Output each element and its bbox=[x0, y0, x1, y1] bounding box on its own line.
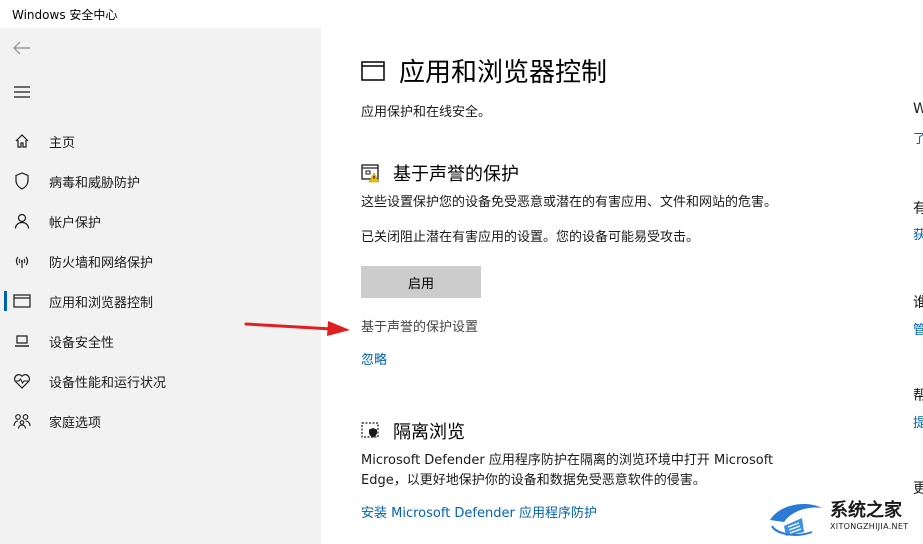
right-link[interactable]: 管 bbox=[913, 319, 923, 338]
heart-icon bbox=[12, 371, 32, 391]
app-window-icon bbox=[361, 60, 385, 81]
sidebar-item-label: 设备性能和运行状况 bbox=[49, 375, 167, 391]
right-link[interactable]: 提 bbox=[913, 412, 923, 431]
ignore-link[interactable]: 忽略 bbox=[361, 349, 387, 368]
isolated-browsing-title: 隔离浏览 bbox=[393, 422, 465, 443]
sidebar-item-family-options[interactable]: 家庭选项 bbox=[0, 401, 321, 441]
laptop-icon bbox=[12, 331, 32, 351]
watermark-subtitle: XITONGZHIJIA.NET bbox=[830, 522, 909, 531]
sidebar-item-account-protection[interactable]: 帐户保护 bbox=[0, 201, 321, 241]
right-heading: 谁 bbox=[913, 295, 923, 311]
isolated-browsing-description-line1: Microsoft Defender 应用程序防护在隔离的浏览环境中打开 Mic… bbox=[361, 453, 774, 468]
isolated-browsing-description-line2: Edge，以更好地保护你的设备和数据免受恶意软件的侵害。 bbox=[361, 473, 706, 488]
right-info-column: W 了 有 获 谁 管 帮 提 更 bbox=[891, 28, 923, 544]
main-content: 应用和浏览器控制 应用保护和在线安全。 基于声誉的保护 这些设置保护您的设备免受… bbox=[321, 28, 891, 544]
shield-icon bbox=[12, 171, 32, 191]
sidebar-item-app-browser-control[interactable]: 应用和浏览器控制 bbox=[0, 281, 321, 321]
sidebar-item-label: 帐户保护 bbox=[49, 215, 102, 231]
sidebar: 主页 病毒和威胁防护 帐户保护 防火墙和网络保护 应用和浏览器控制 设备安全性 … bbox=[0, 28, 321, 544]
person-icon bbox=[12, 211, 32, 231]
sidebar-item-label: 应用和浏览器控制 bbox=[49, 295, 154, 311]
sidebar-nav: 主页 病毒和威胁防护 帐户保护 防火墙和网络保护 应用和浏览器控制 设备安全性 … bbox=[0, 121, 321, 441]
watermark: 系统之家 XITONGZHIJIA.NET bbox=[764, 494, 923, 544]
watermark-title: 系统之家 bbox=[830, 500, 902, 521]
right-heading: 帮 bbox=[913, 388, 923, 404]
right-heading: W bbox=[913, 101, 923, 117]
reputation-warning-text: 已关闭阻止潜在有害应用的设置。您的设备可能易受攻击。 bbox=[361, 230, 700, 245]
home-icon bbox=[12, 131, 32, 151]
hamburger-menu-button[interactable] bbox=[8, 78, 36, 106]
sidebar-item-home[interactable]: 主页 bbox=[0, 121, 321, 161]
family-icon bbox=[12, 411, 32, 431]
back-button[interactable] bbox=[8, 34, 36, 62]
sidebar-item-label: 家庭选项 bbox=[49, 415, 102, 431]
sidebar-item-label: 病毒和威胁防护 bbox=[49, 175, 141, 191]
install-app-guard-link[interactable]: 安装 Microsoft Defender 应用程序防护 bbox=[361, 502, 597, 521]
annotation-arrow bbox=[244, 321, 350, 336]
hamburger-icon bbox=[14, 86, 30, 98]
sidebar-item-firewall[interactable]: 防火墙和网络保护 bbox=[0, 241, 321, 281]
page-header: 应用和浏览器控制 bbox=[361, 52, 607, 89]
title-bar: Windows 安全中心 bbox=[0, 0, 923, 28]
window-title: Windows 安全中心 bbox=[12, 8, 118, 22]
page-title: 应用和浏览器控制 bbox=[399, 58, 608, 88]
isolated-browsing-icon bbox=[361, 422, 379, 438]
sidebar-item-label: 设备安全性 bbox=[49, 335, 115, 351]
sidebar-item-label: 防火墙和网络保护 bbox=[49, 255, 154, 271]
back-arrow-icon bbox=[13, 41, 30, 55]
reputation-warning-icon bbox=[361, 164, 380, 183]
watermark-logo-icon bbox=[770, 504, 822, 536]
reputation-description: 这些设置保护您的设备免受恶意或潜在的有害应用、文件和网站的危害。 bbox=[361, 195, 778, 210]
enable-button[interactable]: 启用 bbox=[361, 266, 481, 298]
sidebar-item-virus-protection[interactable]: 病毒和威胁防护 bbox=[0, 161, 321, 201]
sidebar-item-device-performance[interactable]: 设备性能和运行状况 bbox=[0, 361, 321, 401]
reputation-section-header: 基于声誉的保护 bbox=[361, 160, 519, 186]
wifi-icon bbox=[12, 251, 32, 271]
right-link[interactable]: 了 bbox=[913, 128, 923, 147]
app-window-icon bbox=[12, 291, 32, 311]
sidebar-item-label: 主页 bbox=[49, 135, 76, 151]
right-link[interactable]: 获 bbox=[913, 224, 923, 243]
right-heading: 有 bbox=[913, 201, 923, 217]
reputation-settings-link[interactable]: 基于声誉的保护设置 bbox=[361, 318, 478, 338]
page-subtitle: 应用保护和在线安全。 bbox=[361, 105, 492, 120]
reputation-section-title: 基于声誉的保护 bbox=[393, 164, 519, 185]
isolated-browsing-section-header: 隔离浏览 bbox=[361, 418, 465, 444]
